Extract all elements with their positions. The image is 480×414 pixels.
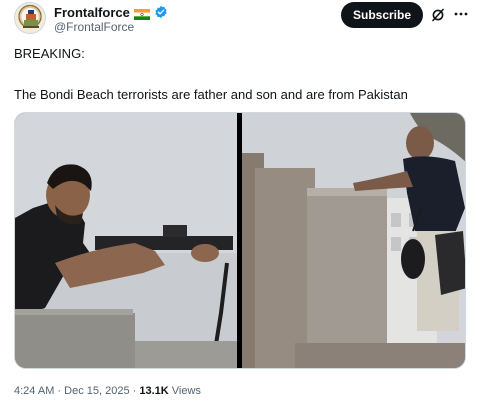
post-date[interactable]: Dec 15, 2025 xyxy=(64,385,129,397)
left-photo xyxy=(15,113,237,368)
post-text-body: The Bondi Beach terrorists are father an… xyxy=(14,87,408,102)
grok-icon[interactable] xyxy=(430,7,446,23)
meta-separator: · xyxy=(54,385,65,397)
post-container: Frontalforce @FrontalForce Subscribe BRE… xyxy=(0,0,480,414)
avatar-logo-icon xyxy=(23,10,39,28)
avatar[interactable] xyxy=(14,2,46,34)
india-flag-icon xyxy=(133,7,150,20)
author-name-row: Frontalforce xyxy=(54,4,168,20)
subscribe-button[interactable]: Subscribe xyxy=(341,2,423,28)
author-display-name[interactable]: Frontalforce xyxy=(54,5,130,20)
author-handle[interactable]: @FrontalForce xyxy=(54,20,134,34)
verified-badge-icon[interactable] xyxy=(154,5,168,19)
views-label: Views xyxy=(168,385,201,397)
views-count: 13.1K xyxy=(139,385,169,397)
post-text-headline: BREAKING: xyxy=(14,46,85,61)
post-media-image[interactable] xyxy=(14,112,466,369)
post-header: Frontalforce @FrontalForce Subscribe xyxy=(14,2,469,40)
more-options-icon[interactable] xyxy=(453,6,469,22)
meta-separator: · xyxy=(129,385,140,397)
media-photo-collage xyxy=(15,113,465,368)
post-meta: 4:24 AM · Dec 15, 2025 · 13.1K Views xyxy=(14,385,201,397)
right-photo xyxy=(242,113,465,368)
post-time[interactable]: 4:24 AM xyxy=(14,385,54,397)
